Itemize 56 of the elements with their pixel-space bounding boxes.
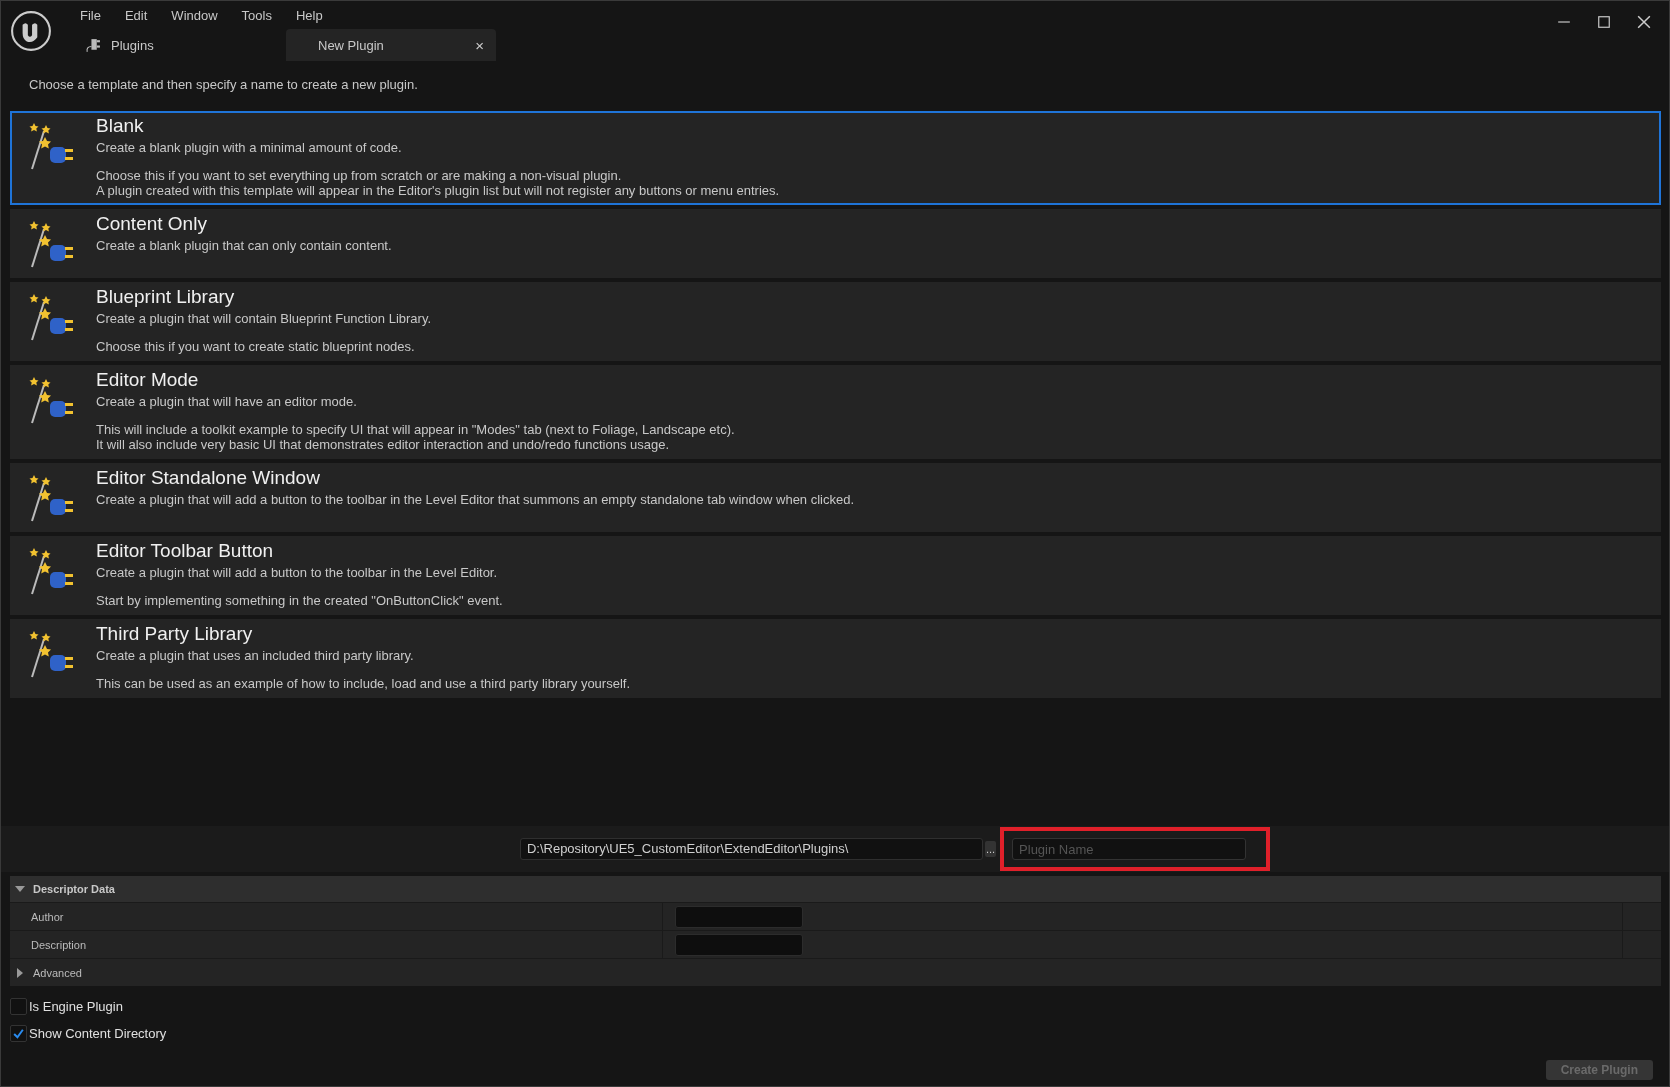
browse-button[interactable]: ... <box>984 841 997 857</box>
menu-item[interactable]: File <box>80 7 115 23</box>
property-label: Description <box>30 938 88 951</box>
menu-item[interactable]: Tools <box>241 7 286 23</box>
template-description: Create a plugin that uses an included third party library. <box>96 648 415 663</box>
plugin-name-field[interactable]: Plugin Name <box>1012 838 1247 860</box>
path-field[interactable]: D:\Repository\UE5_CustomEditor\ExtendEditor\Plugins\ <box>519 838 983 860</box>
property-label: Author <box>30 910 65 923</box>
advanced-label: Advanced <box>33 966 82 979</box>
template-description: Choose this if you want to create static blueprint nodes. <box>96 339 416 354</box>
template-title: Editor Toolbar Button <box>96 540 275 562</box>
instruction-text: Choose a template and then specify a name to create a new plugin. <box>28 76 419 94</box>
template-description: This will include a toolkit example to specify UI that will appear in "Modes" tab (next to Foliage, Landscape etc). <box>96 422 735 437</box>
template-description: Choose this if you want to set everything up from scratch or are making a non-visual plugin. <box>96 168 623 183</box>
template-item[interactable]: Content Only Create a blank plugin that can only contain content. <box>10 209 1661 278</box>
text-field[interactable] <box>675 905 803 928</box>
template-item[interactable]: Third Party Library Create a plugin that uses an included third party library. This can be used as an example of how to include, load and use a third party library yourself. <box>10 619 1661 698</box>
template-item[interactable] <box>10 111 1661 205</box>
template-item[interactable]: Blueprint Library Create a plugin that will contain Blueprint Function Library. Choose this if you want to create static blueprint nodes. <box>10 282 1661 361</box>
text-field[interactable] <box>675 933 803 956</box>
menu-item[interactable]: Window <box>171 7 232 23</box>
checkbox[interactable] <box>10 1025 27 1042</box>
template-title: Blueprint Library <box>96 286 236 308</box>
template-description: Create a blank plugin that can only contain content. <box>96 238 392 253</box>
template-description: Create a plugin that will have an editor mode. <box>96 394 358 409</box>
maximize-icon[interactable] <box>1597 15 1611 29</box>
checkbox-label: Show Content Directory <box>29 1026 167 1041</box>
menu-item[interactable]: Edit <box>124 7 162 23</box>
template-description: Create a plugin that will add a button to the toolbar in the Level Editor. <box>96 565 499 580</box>
checkbox[interactable] <box>10 998 27 1015</box>
template-description: Create a plugin that will contain Blueprint Function Library. <box>96 311 432 326</box>
template-description: It will also include very basic UI that demonstrates editor interaction and undo/redo functions usage. <box>96 437 671 452</box>
template-title: Editor Standalone Window <box>96 467 321 489</box>
close-icon[interactable] <box>1637 15 1651 29</box>
template-description: This can be used as an example of how to include, load and use a third party library yourself. <box>96 676 631 691</box>
menu-item[interactable]: Help <box>295 7 337 23</box>
template-title: Content Only <box>96 213 208 235</box>
template-title: Third Party Library <box>96 623 254 645</box>
advanced-row[interactable]: Advanced <box>10 958 1661 986</box>
template-description: A plugin created with this template will appear in the Editor's plugin list but will not register any buttons or menu entries. <box>96 183 780 198</box>
template-item[interactable]: Editor Toolbar Button Create a plugin that will add a button to the toolbar in the Level Editor. Start by implementing something in the created "OnButtonClick" event. <box>10 536 1661 615</box>
tab[interactable]: New Plugin × <box>286 29 496 61</box>
section-header[interactable]: Descriptor Data <box>10 876 1661 902</box>
checkbox-label: Is Engine Plugin <box>29 999 123 1014</box>
template-description: Create a blank plugin with a minimal amount of code. <box>96 140 403 155</box>
template-item[interactable] <box>10 365 1661 459</box>
plug-icon <box>84 37 101 53</box>
template-description: Start by implementing something in the created "OnButtonClick" event. <box>96 593 503 608</box>
template-title: Blank <box>96 115 145 137</box>
section-title: Descriptor Data <box>33 883 115 895</box>
template-title: Editor Mode <box>96 369 200 391</box>
tab[interactable]: Plugins <box>80 29 280 61</box>
template-description: Create a plugin that will add a button to the toolbar in the Level Editor that summons an empty standalone tab window when clicked. <box>96 492 855 507</box>
engine-logo-icon <box>10 10 52 52</box>
template-item[interactable]: Editor Standalone Window Create a plugin that will add a button to the toolbar in the Level Editor that summons an empty standalone tab window when clicked. <box>10 463 1661 532</box>
close-icon[interactable]: × <box>475 36 484 54</box>
